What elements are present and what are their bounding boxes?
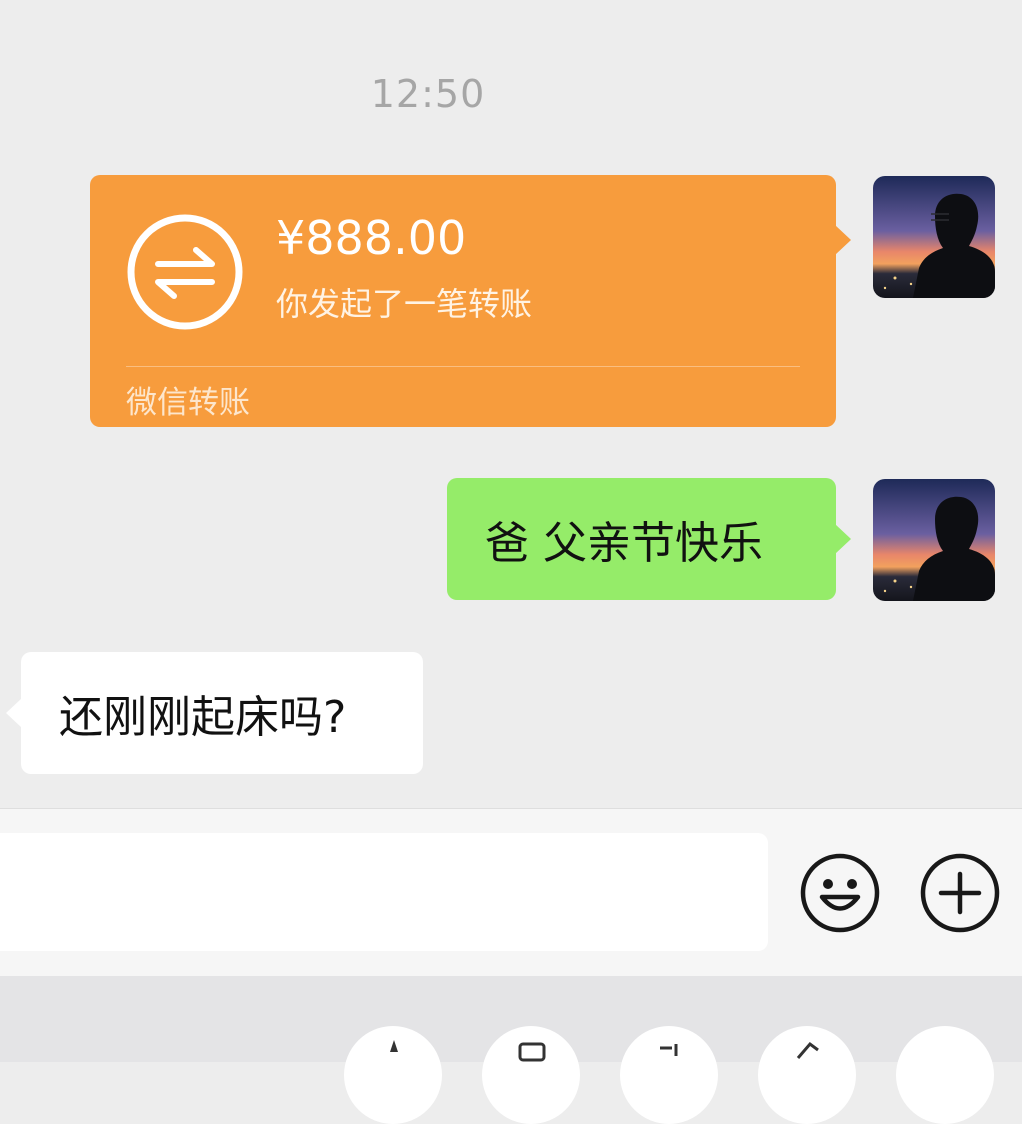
message-timestamp: 12:50 <box>370 72 486 116</box>
message-input[interactable] <box>0 833 768 951</box>
plus-circle-icon[interactable] <box>919 852 1001 934</box>
avatar[interactable] <box>873 479 995 601</box>
more-icon[interactable] <box>896 1026 994 1124</box>
input-bar <box>0 808 1022 976</box>
bubble-tail <box>835 524 851 554</box>
bubble-tail <box>835 225 851 255</box>
camera-icon[interactable] <box>482 1026 580 1124</box>
divider <box>126 366 800 367</box>
transfer-footer-label: 微信转账 <box>126 385 250 421</box>
outgoing-message-bubble[interactable]: 爸 父亲节快乐 <box>447 478 851 600</box>
chat-area: 12:50 ¥888.00 你发起了一笔转账 微信转账 爸 父亲节快乐 还刚刚起… <box>0 0 1022 808</box>
extension-panel <box>0 976 1022 1124</box>
location-icon[interactable] <box>758 1026 856 1124</box>
incoming-message-bubble[interactable]: 还刚刚起床吗? <box>6 652 423 774</box>
favorites-icon[interactable] <box>344 1026 442 1124</box>
video-call-icon[interactable] <box>620 1026 718 1124</box>
transfer-amount: ¥888.00 <box>276 211 467 265</box>
transfer-description: 你发起了一笔转账 <box>276 285 533 323</box>
message-text: 还刚刚起床吗? <box>59 692 347 743</box>
avatar[interactable] <box>873 176 995 298</box>
message-text: 爸 父亲节快乐 <box>485 518 763 569</box>
transfer-arrows-icon <box>126 213 244 331</box>
transfer-card[interactable]: ¥888.00 你发起了一笔转账 微信转账 <box>90 175 851 427</box>
smiley-face-icon[interactable] <box>799 852 881 934</box>
bubble-tail <box>6 698 22 728</box>
